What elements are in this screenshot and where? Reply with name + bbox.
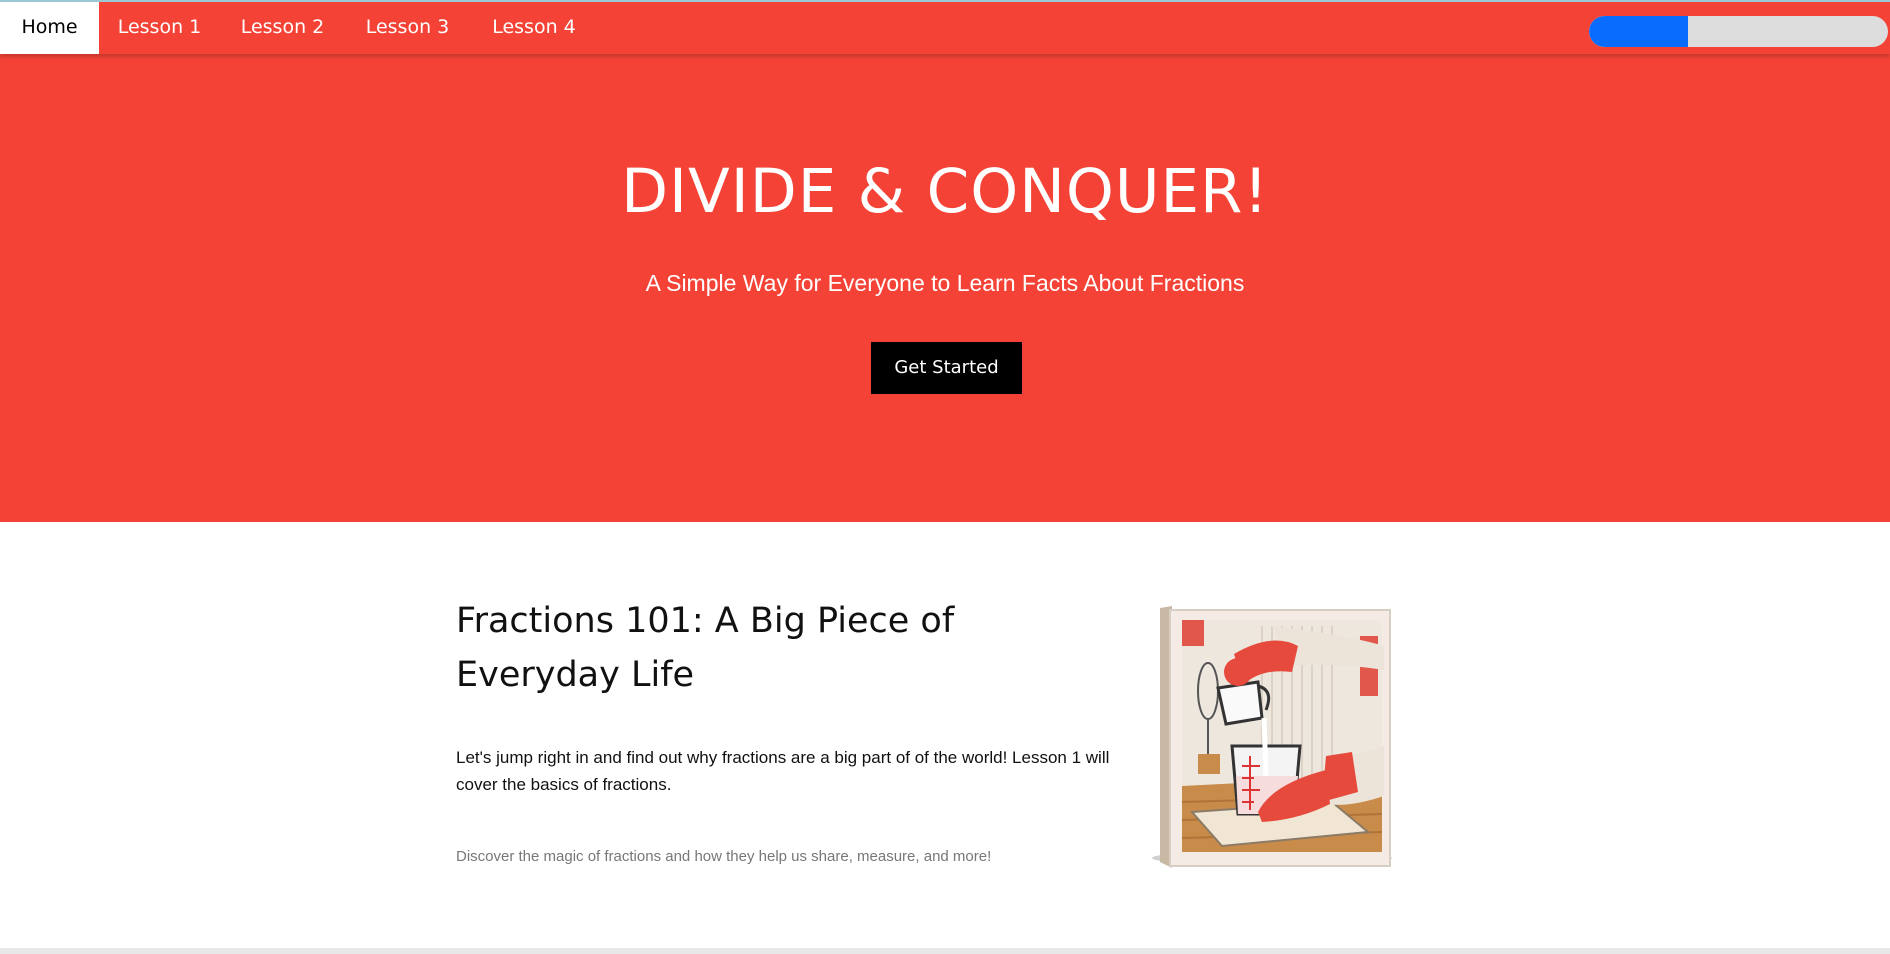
lesson-caption: Discover the magic of fractions and how … bbox=[456, 848, 992, 865]
nav-lesson-2[interactable]: Lesson 2 bbox=[220, 2, 345, 54]
lesson-description: Let's jump right in and find out why fra… bbox=[456, 748, 1110, 794]
nav-lesson-3[interactable]: Lesson 3 bbox=[345, 2, 470, 54]
top-navigation-bar: Home Lesson 1 Lesson 2 Lesson 3 Lesson 4 bbox=[0, 0, 1890, 54]
nav-lesson-4[interactable]: Lesson 4 bbox=[470, 2, 598, 54]
hero-title: DIVIDE & CONQUER! bbox=[621, 156, 1269, 227]
nav-lesson-1[interactable]: Lesson 1 bbox=[99, 2, 220, 54]
get-started-button[interactable]: Get Started bbox=[871, 342, 1022, 394]
progress-bar-fill bbox=[1589, 16, 1688, 47]
progress-bar bbox=[1589, 16, 1888, 47]
hero-subtitle: A Simple Way for Everyone to Learn Facts… bbox=[645, 270, 1245, 296]
lesson-intro-section: Fractions 101: A Big Piece of Everyday L… bbox=[0, 522, 1890, 950]
measuring-cup-illustration bbox=[1152, 606, 1392, 868]
hero-section: DIVIDE & CONQUER! A Simple Way for Every… bbox=[0, 54, 1890, 522]
nav-home[interactable]: Home bbox=[0, 2, 99, 54]
footer-divider bbox=[0, 948, 1890, 954]
lesson-heading: Fractions 101: A Big Piece of Everyday L… bbox=[456, 601, 955, 695]
